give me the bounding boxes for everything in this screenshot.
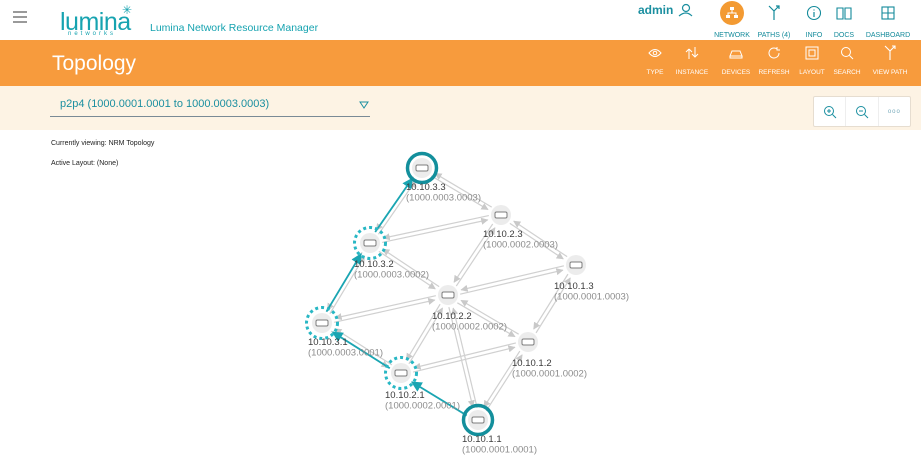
tool-devices-label: DEVICES [721, 69, 751, 76]
node-datapath-id: (1000.0003.0002) [354, 270, 429, 281]
node-ip: 10.10.2.2 [432, 311, 472, 322]
logo: lumina ✳ networks [60, 3, 140, 39]
node-ip: 10.10.3.3 [406, 182, 446, 193]
path-select-value: p2p4 (1000.0001.0001 to 1000.0003.0003) [60, 98, 270, 110]
node-datapath-id: (1000.0002.0001) [385, 401, 460, 412]
tool-instance[interactable]: INSTANCE [673, 44, 711, 76]
link [382, 214, 489, 241]
node-ip: 10.10.3.2 [354, 259, 394, 270]
node-datapath-id: (1000.0003.0001) [308, 348, 383, 359]
nav-paths[interactable]: PATHS (4) [755, 0, 793, 40]
docs-icon [832, 1, 856, 25]
node-datapath-id: (1000.0003.0003) [406, 193, 481, 204]
logo-star-icon: ✳ [122, 3, 133, 17]
node-datapath-id: (1000.0001.0003) [554, 292, 629, 303]
switch-icon [315, 319, 329, 327]
node-ip: 10.10.2.3 [483, 229, 523, 240]
tool-search-label: SEARCH [833, 69, 861, 76]
network-icon [720, 1, 744, 25]
more-button[interactable]: ooo [879, 97, 910, 126]
dashboard-icon [876, 1, 900, 25]
tool-instance-label: INSTANCE [675, 69, 709, 76]
more-icon: ooo [887, 108, 901, 115]
menu-icon[interactable] [13, 11, 27, 23]
tool-refresh[interactable]: REFRESH [756, 44, 792, 76]
switch-icon [394, 369, 408, 377]
switch-icon [363, 239, 377, 247]
nav-paths-label: PATHS (4) [757, 32, 791, 39]
link [460, 265, 564, 292]
tool-type-label: TYPE [646, 69, 664, 76]
zoom-in-button[interactable] [814, 97, 847, 126]
nav-docs-label: DOCS [833, 32, 855, 39]
node-datapath-id: (1000.0001.0002) [512, 369, 587, 380]
page-title: Topology [52, 52, 137, 75]
chevron-down-icon [359, 101, 369, 109]
info-icon [802, 1, 826, 25]
search-icon [838, 44, 856, 62]
user-icon [678, 3, 693, 17]
node-datapath-id: (1000.0002.0003) [483, 240, 558, 251]
logo-subtext: networks [68, 31, 117, 37]
topology-node[interactable]: 10.10.1.2(1000.0001.0002) [512, 332, 587, 380]
tool-type[interactable]: TYPE [643, 44, 667, 76]
switch-icon [494, 211, 508, 219]
tool-view-path-label: VIEW PATH [872, 69, 908, 76]
nav-info-label: INFO [805, 32, 823, 39]
topology-node[interactable]: 10.10.1.1(1000.0001.0001) [461, 403, 537, 456]
tool-search[interactable]: SEARCH [832, 44, 862, 76]
eye-icon [646, 44, 664, 62]
switch-icon [441, 291, 455, 299]
switch-icon [569, 261, 583, 269]
nav-dashboard[interactable]: DASHBOARD [864, 0, 912, 40]
paths-icon [762, 1, 786, 25]
nav-dashboard-label: DASHBOARD [865, 32, 911, 39]
nav-network[interactable]: NETWORK [707, 0, 757, 40]
node-ip: 10.10.1.1 [462, 434, 502, 445]
view-path-icon [881, 44, 899, 62]
switch-icon [415, 164, 429, 172]
zoom-controls: ooo [813, 96, 911, 127]
topology-node[interactable]: 10.10.3.1(1000.0003.0001) [305, 306, 384, 359]
link [382, 217, 489, 244]
layout-icon [803, 44, 821, 62]
user-menu[interactable]: admin [638, 3, 693, 17]
tool-view-path[interactable]: VIEW PATH [870, 44, 910, 76]
link [334, 295, 436, 321]
zoom-in-icon [823, 105, 837, 118]
switch-icon [471, 416, 485, 424]
node-ip: 10.10.1.2 [512, 358, 552, 369]
node-datapath-id: (1000.0002.0002) [432, 322, 507, 333]
zoom-out-button[interactable] [846, 97, 879, 126]
path-select[interactable]: p2p4 (1000.0001.0001 to 1000.0003.0003) [50, 96, 370, 117]
node-ip: 10.10.2.1 [385, 390, 425, 401]
topology-graph[interactable]: 10.10.3.3(1000.0003.0003)10.10.2.3(1000.… [0, 130, 921, 462]
devices-icon [727, 44, 745, 62]
switch-icon [521, 338, 535, 346]
link [334, 297, 436, 323]
topology-node[interactable]: 10.10.3.2(1000.0003.0002) [353, 226, 429, 281]
link [460, 268, 564, 295]
refresh-icon [765, 44, 783, 62]
node-ip: 10.10.1.3 [554, 281, 594, 292]
tool-devices[interactable]: DEVICES [717, 44, 755, 76]
node-ip: 10.10.3.1 [308, 337, 348, 348]
nav-network-label: NETWORK [714, 32, 750, 39]
nav-docs[interactable]: DOCS [830, 0, 858, 40]
zoom-out-icon [855, 105, 869, 118]
tool-refresh-label: REFRESH [758, 69, 790, 76]
instance-icon [683, 44, 701, 62]
node-datapath-id: (1000.0001.0001) [462, 445, 537, 456]
tool-layout[interactable]: LAYOUT [797, 44, 827, 76]
username: admin [638, 3, 674, 17]
app-title: Lumina Network Resource Manager [150, 22, 319, 34]
top-bar: lumina ✳ networks Lumina Network Resourc… [0, 0, 921, 40]
tool-layout-label: LAYOUT [799, 69, 825, 76]
nav-info[interactable]: INFO [800, 0, 828, 40]
